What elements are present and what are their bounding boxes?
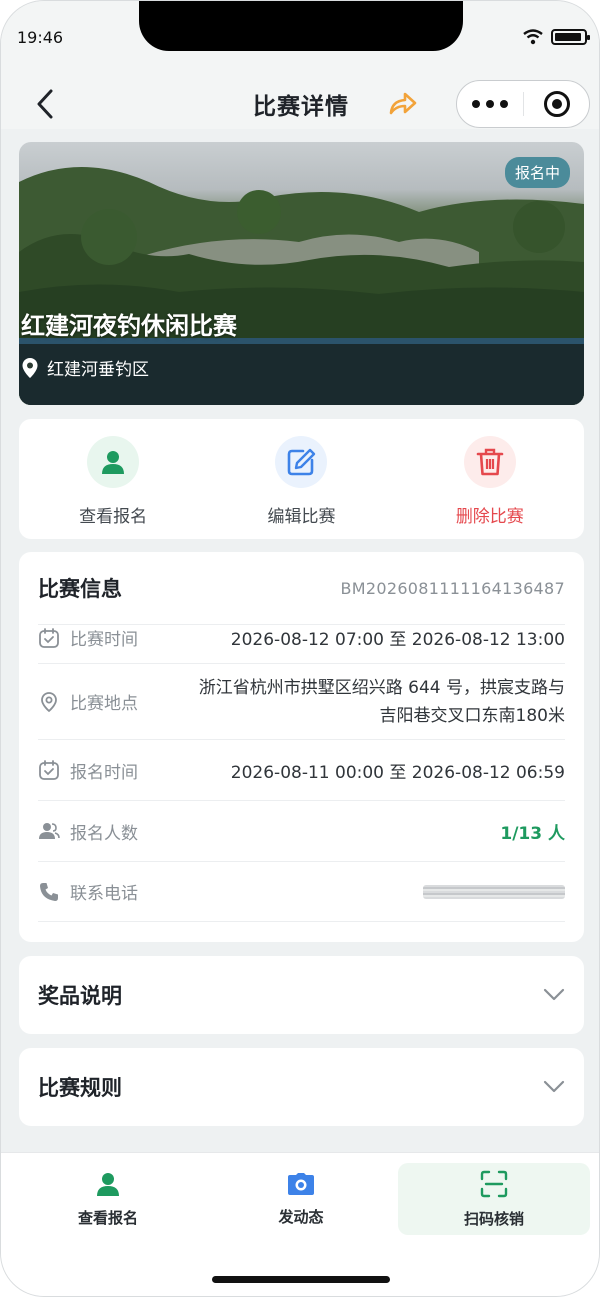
- registration-count: 1/13 人: [500, 823, 565, 844]
- more-button[interactable]: [457, 81, 523, 127]
- location-pin-icon: [22, 357, 38, 378]
- person-icon: [97, 1172, 119, 1196]
- tab-label: 扫码核销: [463, 1209, 524, 1228]
- tab-view-registration[interactable]: 查看报名: [12, 1163, 204, 1235]
- edit-event-label: 编辑比赛: [267, 507, 336, 527]
- wifi-icon: [523, 29, 543, 45]
- trash-icon: [463, 436, 516, 488]
- info-label: 联系电话: [70, 884, 138, 904]
- chevron-down-icon: [543, 1080, 565, 1093]
- mini-program-capsule: [456, 80, 590, 128]
- calendar-icon: [39, 760, 59, 780]
- info-label: 比赛地点: [70, 694, 138, 714]
- delete-event-label: 删除比赛: [455, 507, 524, 527]
- event-location: 红建河垂钓区: [21, 355, 149, 380]
- info-label: 比赛时间: [70, 630, 138, 650]
- rules-section[interactable]: 比赛规则: [19, 1048, 584, 1126]
- contact-phone-redacted: [423, 884, 565, 899]
- phone-icon: [40, 882, 58, 901]
- calendar-icon: [39, 627, 59, 648]
- edit-icon: [275, 436, 328, 488]
- info-row-event-time: 比赛时间 2026-08-12 07:00 至 2026-08-12 13:00: [38, 624, 565, 663]
- status-time: 19:46: [17, 28, 64, 47]
- event-info-card: 比赛信息 BM2026081111164136487 比赛时间 2026-08-…: [19, 552, 584, 942]
- delete-event-button[interactable]: 删除比赛: [400, 419, 580, 539]
- edit-event-button[interactable]: 编辑比赛: [211, 419, 391, 539]
- info-value: 2026-08-12 07:00 至 2026-08-12 13:00: [230, 630, 565, 650]
- section-title: 比赛规则: [38, 1076, 122, 1100]
- battery-icon: [551, 29, 590, 45]
- tab-scan-verify[interactable]: 扫码核销: [398, 1163, 590, 1235]
- tab-post-update[interactable]: 发动态: [205, 1163, 397, 1235]
- event-code: BM2026081111164136487: [340, 578, 565, 598]
- home-indicator[interactable]: [212, 1276, 390, 1283]
- info-label: 报名人数: [70, 823, 138, 844]
- info-value: 浙江省杭州市拱墅区绍兴路 644 号，拱宸支路与吉阳巷交叉口东南180米: [198, 677, 565, 726]
- chevron-down-icon: [543, 988, 565, 1001]
- top-bar: 19:46 比赛详情: [1, 1, 599, 129]
- info-row-registration-time: 报名时间 2026-08-11 00:00 至 2026-08-12 06:59: [38, 739, 565, 800]
- status-icons: [523, 29, 590, 45]
- target-icon: [543, 91, 570, 117]
- info-row-contact-phone: 联系电话: [38, 861, 565, 922]
- scan-icon: [480, 1170, 508, 1197]
- close-program-button[interactable]: [524, 91, 589, 117]
- action-card: 查看报名 编辑比赛 删除比赛: [19, 419, 584, 539]
- view-registration-label: 查看报名: [79, 507, 148, 527]
- prize-description-section[interactable]: 奖品说明: [19, 956, 584, 1034]
- tab-label: 查看报名: [77, 1208, 138, 1227]
- event-title: 红建河夜钓休闲比赛: [21, 312, 237, 340]
- tab-label: 发动态: [278, 1207, 324, 1226]
- camera-icon: [288, 1172, 314, 1195]
- status-badge: 报名中: [504, 157, 570, 188]
- phone-screen: 19:46 比赛详情 报名中 红建河夜钓休闲比赛 红建河垂钓区 查看报名 编辑比…: [0, 0, 600, 1297]
- info-row-registration-count: 报名人数 1/13 人: [38, 800, 565, 861]
- people-icon: [39, 823, 60, 839]
- person-icon: [87, 436, 140, 488]
- info-row-event-location: 比赛地点 浙江省杭州市拱墅区绍兴路 644 号，拱宸支路与吉阳巷交叉口东南180…: [38, 663, 565, 739]
- share-icon[interactable]: [385, 87, 419, 121]
- info-label: 报名时间: [70, 762, 138, 783]
- info-header: 比赛信息 BM2026081111164136487: [38, 552, 565, 624]
- notch: [139, 1, 463, 51]
- location-icon: [41, 691, 57, 712]
- section-title: 奖品说明: [38, 984, 122, 1008]
- info-title: 比赛信息: [38, 577, 122, 601]
- info-value: 2026-08-11 00:00 至 2026-08-12 06:59: [230, 762, 565, 783]
- location-label: 红建河垂钓区: [47, 360, 149, 380]
- view-registration-button[interactable]: 查看报名: [23, 419, 203, 539]
